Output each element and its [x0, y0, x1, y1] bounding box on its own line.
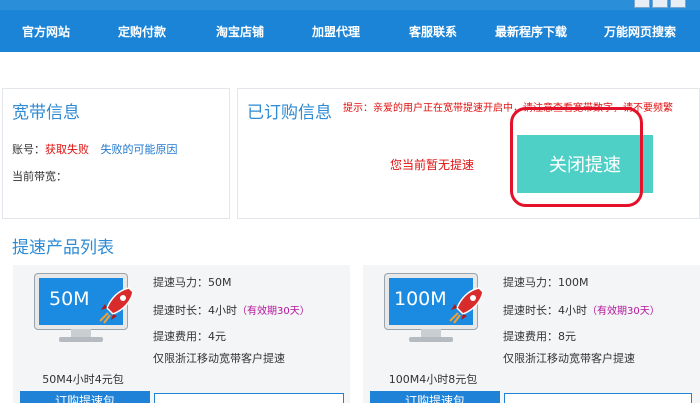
region-restriction: 仅限浙江移动宽带客户提速 [503, 352, 635, 365]
nav-item-franchise[interactable]: 加盟代理 [288, 23, 384, 40]
validity-period: （有效期30天） [587, 306, 660, 317]
speed-fee: 提速费用：8元 [503, 330, 576, 343]
screen-speed-label: 100M [394, 288, 447, 310]
close-window-icon[interactable] [670, 0, 686, 8]
no-speedup-notice: 您当前暂无提速 [390, 158, 475, 172]
secondary-button[interactable] [504, 393, 692, 403]
speed-fee: 提速费用：4元 [153, 330, 226, 343]
subscription-info-title: 已订购信息 [247, 103, 332, 123]
region-restriction: 仅限浙江移动宽带客户提速 [153, 352, 285, 365]
speed-power: 提速马力：50M [153, 276, 232, 289]
buy-package-button[interactable]: 订购提速包 [370, 391, 500, 403]
nav-item-web-search[interactable]: 万能网页搜索 [580, 23, 700, 40]
nav-item-official-site[interactable]: 官方网站 [0, 23, 92, 40]
product-card: 100M 100M4小时8元包 提速马力：100M 提速时长：4小时（有效期30… [363, 265, 700, 403]
speed-power: 提速马力：100M [503, 276, 589, 289]
secondary-button[interactable] [154, 393, 344, 403]
nav-item-download[interactable]: 最新程序下载 [482, 23, 580, 40]
account-value: 获取失败 [45, 143, 89, 156]
rocket-icon [99, 287, 134, 324]
rocket-icon [449, 287, 484, 324]
speed-duration: 提速时长：4小时 [503, 304, 587, 317]
package-caption: 100M4小时8元包 [388, 373, 478, 386]
speedup-hint: 提示：亲爱的用户正在宽带提速开启中，请注意查看宽带数字，请不要频繁 [343, 103, 673, 114]
broadband-info-panel: 宽带信息 账号：获取失败 失败的可能原因 当前带宽： [2, 88, 230, 219]
screen-speed-label: 50M [49, 288, 90, 310]
minimize-icon[interactable] [634, 0, 650, 8]
window-titlebar [0, 0, 700, 10]
top-nav: 官方网站 定购付款 淘宝店铺 加盟代理 客服联系 最新程序下载 万能网页搜索 [0, 10, 700, 52]
subscription-info-panel: 已订购信息 提示：亲爱的用户正在宽带提速开启中，请注意查看宽带数字，请不要频繁 … [237, 88, 700, 219]
nav-item-customer-service[interactable]: 客服联系 [384, 23, 482, 40]
monitor-icon: 100M [385, 274, 484, 342]
speed-duration-row: 提速时长：4小时（有效期30天） [153, 302, 310, 318]
account-label: 账号： [12, 143, 45, 156]
nav-item-taobao-store[interactable]: 淘宝店铺 [192, 23, 288, 40]
speed-duration-row: 提速时长：4小时（有效期30天） [503, 302, 660, 318]
speed-duration: 提速时长：4小时 [153, 304, 237, 317]
account-row: 账号：获取失败 失败的可能原因 [12, 141, 178, 157]
maximize-icon[interactable] [652, 0, 668, 8]
product-card: 50M 50M4小时4元包 提速马力：50M 提速时长：4小时（有效期30天） … [13, 265, 350, 403]
nav-item-order-payment[interactable]: 定购付款 [92, 23, 192, 40]
buy-package-button[interactable]: 订购提速包 [20, 391, 150, 403]
product-list-title: 提速产品列表 [12, 238, 114, 258]
broadband-info-title: 宽带信息 [12, 103, 80, 123]
validity-period: （有效期30天） [237, 306, 310, 317]
monitor-icon: 50M [35, 274, 134, 342]
bandwidth-label: 当前带宽： [12, 170, 67, 183]
package-caption: 50M4小时4元包 [42, 373, 124, 386]
close-speedup-button[interactable]: 关闭提速 [517, 135, 653, 193]
failure-reason-link[interactable]: 失败的可能原因 [101, 143, 178, 156]
